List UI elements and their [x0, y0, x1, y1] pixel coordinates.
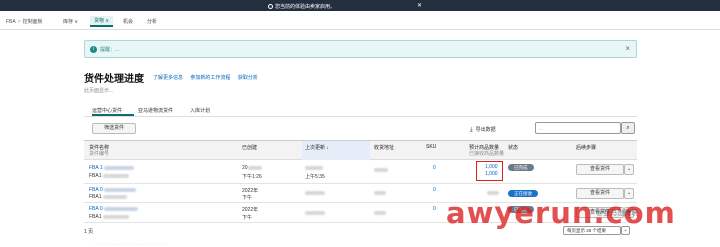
nav-tab-shipments[interactable]: 货物 ∨ — [90, 16, 114, 27]
info-alert: i 提醒：... × — [84, 40, 637, 58]
notification-message: 您当前的体验由卖家启用。 — [268, 3, 335, 10]
divider — [84, 116, 637, 117]
created-date: 20 — [242, 165, 262, 171]
close-icon[interactable]: × — [625, 44, 630, 53]
shipment-id: FBA1 — [89, 214, 129, 220]
notification-bar: 您当前的体验由卖家启用。 ✕ — [0, 0, 720, 11]
close-icon[interactable]: ✕ — [417, 2, 422, 9]
created-time: 下午 — [242, 215, 253, 221]
table-row: FBA 1 FBA1 20 下午1:26 上午5:35 0 1,000 1,00… — [84, 160, 637, 184]
header-sku: SKU — [426, 144, 437, 150]
shipment-name[interactable]: FBA 1 — [89, 165, 135, 171]
ship-to — [374, 210, 386, 216]
created-date: 2022年 — [242, 188, 259, 194]
tab-fc-shipments[interactable]: 运营中心货件 — [92, 107, 122, 114]
page-description: 此页面显示... — [84, 88, 114, 94]
table-header: 货件名称 货件编号 已创建 上次更新 ↓ 收货地址 SKU 预计商品数量 已接收… — [84, 141, 637, 160]
ship-to — [374, 190, 386, 196]
shipment-id: FBA1 — [89, 173, 129, 179]
shipment-id: FBA1 — [89, 194, 127, 200]
updated-time: 上午5:35 — [305, 174, 325, 180]
breadcrumb-current[interactable]: 控制面板 — [23, 19, 43, 25]
tab-inbound-plans[interactable]: 入库计划 — [190, 107, 210, 114]
header-last-updated[interactable]: 上次更新 ↓ — [305, 144, 329, 151]
updated-date — [305, 210, 325, 216]
status-badge: 已完成 — [508, 164, 534, 171]
header-received-units: 已接收商品数量 — [469, 151, 505, 157]
download-icon: ⤓ — [470, 127, 473, 133]
view-shipment-button[interactable]: 查看货件 — [576, 164, 624, 175]
info-icon: i — [90, 46, 97, 53]
created-time: 下午1:26 — [242, 174, 262, 180]
breadcrumb: FBA > 控制面板 — [6, 19, 43, 25]
nav-tab-opportunities[interactable]: 机会 — [123, 18, 133, 25]
header-next-steps: 后续步骤 — [576, 145, 597, 151]
nav-tab-analytics[interactable]: 分析 — [147, 18, 157, 25]
footer-text: · · · · · · · · · · · · · · · · · · · · … — [92, 242, 167, 247]
info-icon — [268, 4, 273, 9]
shipment-name[interactable]: FBA 0 — [89, 187, 137, 193]
header-ship-to: 收货地址 — [374, 145, 395, 151]
nav-tab-inventory[interactable]: 库存 ∨ — [63, 18, 78, 25]
download-button[interactable]: ⤓ 导出数据 — [470, 126, 496, 134]
filter-shipments-button[interactable]: 筛选货件 — [92, 123, 136, 134]
updated-date — [305, 190, 325, 196]
watermark: awyerun.com — [446, 196, 676, 230]
page-indicator: 1 页 — [84, 229, 94, 235]
tab-fba-shipments[interactable]: 亚马逊物流货件 — [138, 107, 173, 114]
page-title: 货件处理进度 — [84, 74, 144, 85]
search-input[interactable]: ... — [535, 122, 621, 134]
sku-count[interactable]: 0 — [433, 206, 436, 212]
alert-text: 提醒：... — [100, 47, 120, 53]
breadcrumb-root[interactable]: FBA — [6, 19, 16, 25]
search-icon[interactable]: ⌕ — [621, 122, 635, 134]
watermark-caption: @亚马逊跨境 — [596, 210, 639, 217]
top-navigation: FBA > 控制面板 库存 ∨ 货物 ∨ 机会 分析 — [0, 11, 720, 30]
updated-date — [305, 165, 323, 171]
analytics-link[interactable]: 获取分析 — [238, 75, 258, 81]
sku-count[interactable]: 0 — [433, 187, 436, 193]
shipments-table: 货件名称 货件编号 已创建 上次更新 ↓ 收货地址 SKU 预计商品数量 已接收… — [84, 140, 637, 223]
chevron-down-icon[interactable]: ⌄ — [624, 164, 634, 175]
header-status: 状态 — [508, 145, 519, 151]
highlight-box — [476, 161, 503, 181]
shipment-name[interactable]: FBA 0 — [89, 206, 139, 212]
ship-to — [374, 167, 388, 173]
sku-count[interactable]: 0 — [433, 165, 436, 171]
header-shipment-id: 货件编号 — [89, 151, 110, 157]
new-workflow-link[interactable]: 参加新的工作流程 — [190, 75, 230, 81]
created-time: 下午 — [242, 195, 253, 201]
header-created[interactable]: 已创建 — [242, 144, 257, 151]
title-links: 了解更多信息 参加新的工作流程 获取分析 — [153, 74, 264, 81]
created-date: 2022年 — [242, 207, 259, 213]
learn-more-link[interactable]: 了解更多信息 — [153, 75, 183, 81]
